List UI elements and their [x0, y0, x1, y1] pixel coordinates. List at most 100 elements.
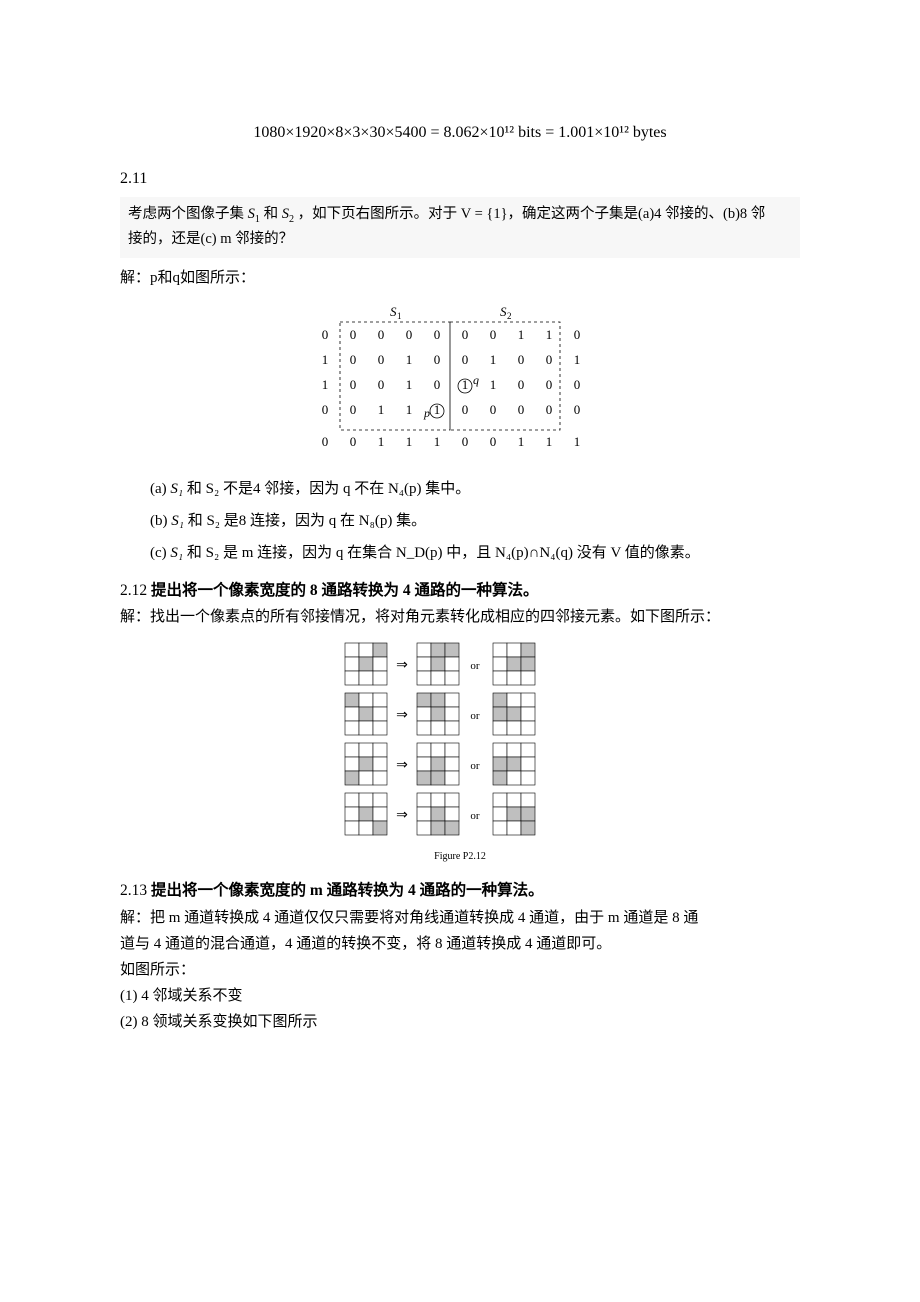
ans-a-text: 和 S₂ 不是4 邻接，因为 q 不在 N₄(p) 集中。	[187, 481, 470, 497]
problem-2-11: 考虑两个图像子集 S1 和 S2 ，如下页右图所示。对于 V = {1}，确定这…	[120, 197, 800, 257]
svg-text:or: or	[470, 810, 480, 822]
svg-text:0: 0	[518, 352, 525, 367]
section-2-13-heading: 2.13 提出将一个像素宽度的 m 通路转换为 4 通路的一种算法。	[120, 879, 800, 904]
svg-text:p: p	[423, 406, 430, 420]
svg-text:0: 0	[378, 377, 385, 392]
ans-a-s1: S₁	[170, 481, 183, 497]
svg-text:1: 1	[397, 311, 402, 321]
problem-text-d: 接的，还是(c) m 邻接的？	[128, 231, 293, 247]
svg-text:1: 1	[406, 402, 413, 417]
problem-text-c: ，如下页右图所示。对于 V = {1}，确定这两个子集是(a)4 邻接的、(b)…	[298, 206, 766, 222]
svg-text:1: 1	[574, 352, 581, 367]
svg-text:0: 0	[378, 352, 385, 367]
svg-text:0: 0	[350, 352, 357, 367]
svg-text:0: 0	[406, 327, 413, 342]
svg-text:0: 0	[462, 434, 469, 449]
svg-text:or: or	[470, 760, 480, 772]
svg-text:1: 1	[378, 434, 385, 449]
svg-text:0: 0	[322, 327, 329, 342]
svg-text:0: 0	[490, 402, 497, 417]
svg-text:0: 0	[434, 352, 441, 367]
svg-text:0: 0	[350, 327, 357, 342]
svg-text:1: 1	[322, 352, 329, 367]
section-2-12-heading: 2.12 提出将一个像素宽度的 8 通路转换为 4 通路的一种算法。	[120, 579, 800, 604]
matrix-svg: S1 S2 0000000110100100100110010110000011…	[310, 304, 610, 459]
ans-c-text: 和 S₂ 是 m 连接，因为 q 在集合 N_D(p) 中，且 N₄(p)∩N₄…	[187, 545, 700, 561]
svg-text:⇒: ⇒	[396, 658, 408, 673]
svg-text:1: 1	[378, 402, 385, 417]
ans-a-pre: (a)	[150, 481, 170, 497]
svg-text:1: 1	[518, 327, 525, 342]
svg-text:1: 1	[546, 434, 553, 449]
svg-text:0: 0	[490, 434, 497, 449]
ans-c-s1: S₁	[170, 545, 183, 561]
section-2-13-num: 2.13	[120, 882, 147, 899]
svg-text:⇒: ⇒	[396, 758, 408, 773]
svg-text:0: 0	[434, 327, 441, 342]
svg-text:0: 0	[322, 402, 329, 417]
s1-sym: S	[248, 206, 255, 222]
svg-text:0: 0	[322, 434, 329, 449]
section-2-12-title: 提出将一个像素宽度的 8 通路转换为 4 通路的一种算法。	[151, 582, 539, 599]
solution-intro-2-11: 解：p和q如图所示：	[120, 266, 800, 290]
answer-b: (b) S₁ 和 S₂ 是8 连接，因为 q 在 N₈(p) 集。	[150, 509, 800, 533]
svg-text:0: 0	[518, 377, 525, 392]
svg-text:⇒: ⇒	[396, 708, 408, 723]
svg-text:0: 0	[546, 377, 553, 392]
svg-text:1: 1	[406, 352, 413, 367]
svg-text:0: 0	[518, 402, 525, 417]
svg-text:1: 1	[322, 377, 329, 392]
answer-c: (c) S₁ 和 S₂ 是 m 连接，因为 q 在集合 N_D(p) 中，且 N…	[150, 541, 800, 565]
ans-c-pre: (c)	[150, 545, 170, 561]
s1-sub: 1	[255, 214, 260, 225]
svg-text:⇒: ⇒	[396, 808, 408, 823]
figure-p2-12: ⇒or⇒or⇒or⇒or Figure P2.12	[120, 639, 800, 865]
svg-text:1: 1	[574, 434, 581, 449]
solution-2-13-line1: 解：把 m 通道转换成 4 通道仅仅只需要将对角线通道转换成 4 通道，由于 m…	[120, 906, 800, 930]
section-2-12-num: 2.12	[120, 582, 147, 599]
svg-text:or: or	[470, 710, 480, 722]
svg-text:0: 0	[434, 377, 441, 392]
svg-text:0: 0	[350, 434, 357, 449]
matrix-figure-2-11: S1 S2 0000000110100100100110010110000011…	[120, 304, 800, 459]
svg-text:1: 1	[518, 434, 525, 449]
s2-sub: 2	[289, 214, 294, 225]
problem-text-a: 考虑两个图像子集	[128, 206, 244, 222]
solution-2-13-item2: (2) 8 领域关系变换如下图所示	[120, 1010, 800, 1034]
svg-text:1: 1	[490, 377, 497, 392]
svg-text:S: S	[390, 304, 397, 319]
svg-text:0: 0	[350, 377, 357, 392]
svg-text:S: S	[500, 304, 507, 319]
svg-text:0: 0	[350, 402, 357, 417]
svg-text:0: 0	[546, 352, 553, 367]
svg-text:1: 1	[490, 352, 497, 367]
s2-sym: S	[282, 206, 289, 222]
problem-text-b: 和	[264, 206, 279, 222]
ans-b-s1: S₁	[171, 513, 184, 529]
figure-p2-12-svg: ⇒ or ⇒ or ⇒ or ⇒ or	[335, 639, 585, 839]
svg-text:0: 0	[378, 327, 385, 342]
svg-text:2: 2	[507, 311, 512, 321]
solution-2-13-line2: 道与 4 通道的混合通道，4 通道的转换不变，将 8 通道转换成 4 通道即可。	[120, 932, 800, 956]
svg-text:1: 1	[434, 434, 441, 449]
answer-a: (a) S₁ 和 S₂ 不是4 邻接，因为 q 不在 N₄(p) 集中。	[150, 477, 800, 501]
svg-text:0: 0	[490, 327, 497, 342]
svg-text:0: 0	[462, 327, 469, 342]
svg-text:q: q	[473, 373, 479, 387]
solution-2-13-line3: 如图所示：	[120, 958, 800, 982]
svg-text:1: 1	[546, 327, 553, 342]
solution-2-12: 解：找出一个像素点的所有邻接情况，将对角元素转化成相应的四邻接元素。如下图所示：	[120, 605, 800, 629]
top-formula: 1080×1920×8×3×30×5400 = 8.062×10¹² bits …	[120, 120, 800, 146]
ans-b-text: 和 S₂ 是8 连接，因为 q 在 N₈(p) 集。	[188, 513, 426, 529]
svg-text:or: or	[470, 660, 480, 672]
section-2-13-title: 提出将一个像素宽度的 m 通路转换为 4 通路的一种算法。	[151, 882, 544, 899]
solution-2-13-item1: (1) 4 邻域关系不变	[120, 984, 800, 1008]
svg-text:0: 0	[462, 352, 469, 367]
svg-text:1: 1	[406, 434, 413, 449]
svg-text:0: 0	[574, 327, 581, 342]
section-2-11-number: 2.11	[120, 166, 800, 192]
svg-text:0: 0	[546, 402, 553, 417]
svg-text:0: 0	[462, 402, 469, 417]
svg-text:0: 0	[574, 377, 581, 392]
svg-text:1: 1	[406, 377, 413, 392]
